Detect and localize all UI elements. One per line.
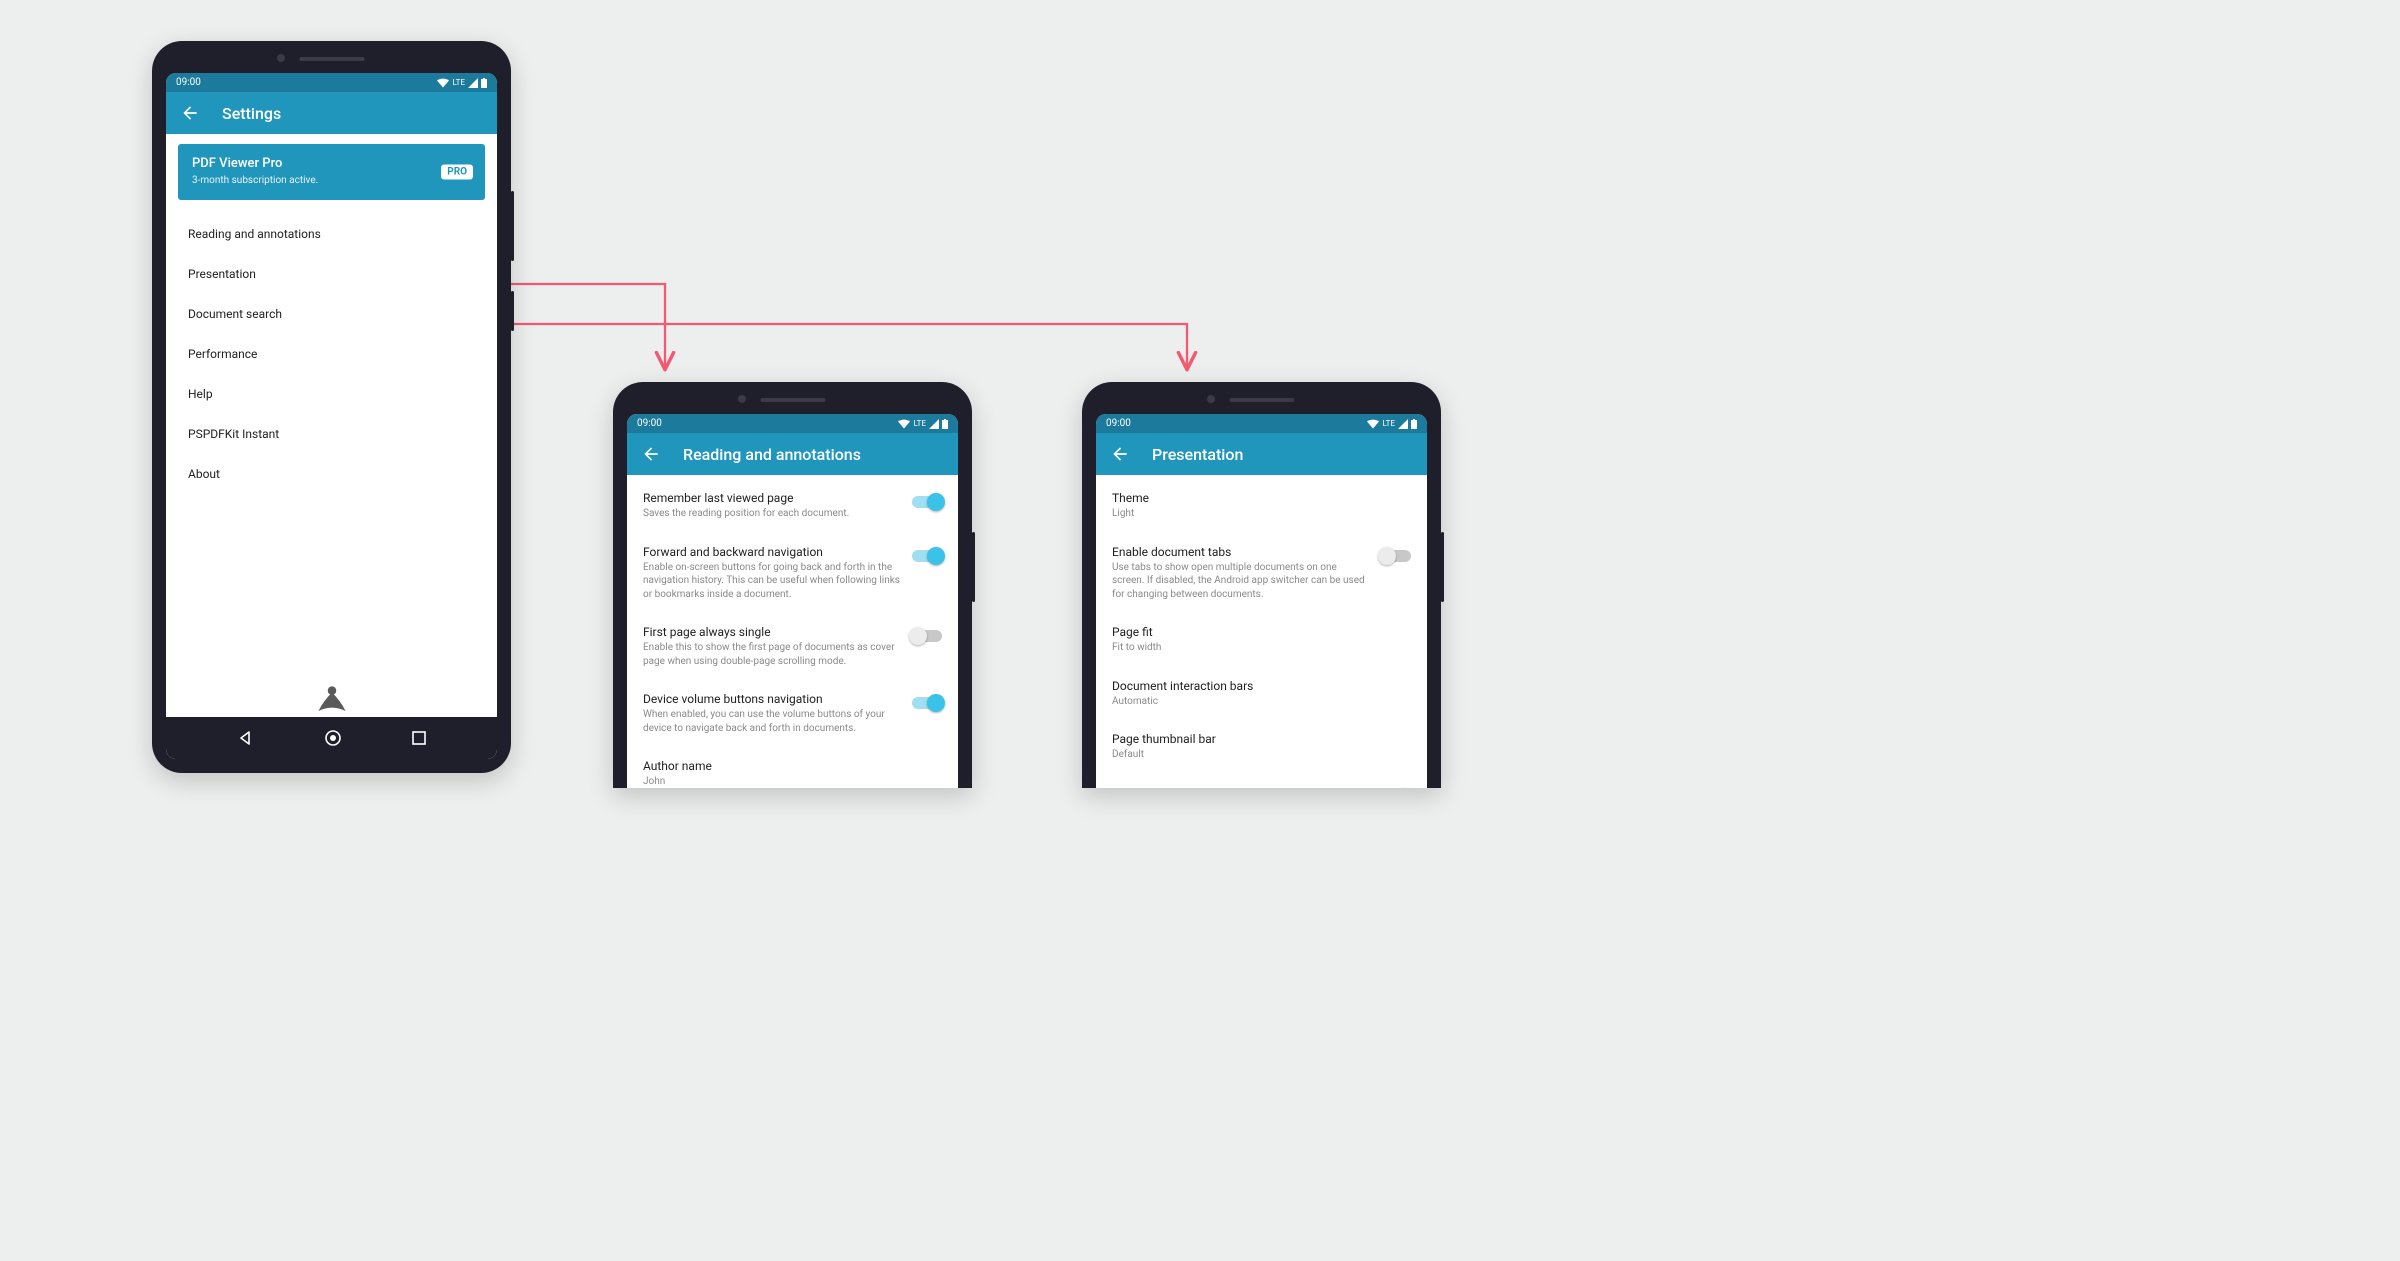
status-net: LTE	[1382, 419, 1395, 428]
page-title: Presentation	[1152, 445, 1243, 464]
status-bar: 09:00 LTE	[166, 73, 497, 92]
pro-sub: 3-month subscription active.	[192, 175, 471, 186]
pspdfkit-logo-icon	[315, 685, 349, 715]
phone-presentation: 09:00 LTE Presentation ThemeLight Enable…	[1082, 382, 1441, 788]
app-bar: Settings	[166, 92, 497, 134]
status-net: LTE	[452, 78, 465, 87]
back-icon[interactable]	[641, 444, 661, 464]
settings-menu: Reading and annotations Presentation Doc…	[166, 208, 497, 500]
menu-performance[interactable]: Performance	[166, 334, 497, 374]
battery-icon	[942, 419, 948, 429]
back-icon[interactable]	[180, 103, 200, 123]
pref-fwd-back-nav[interactable]: Forward and backward navigationEnable on…	[627, 533, 958, 614]
back-icon[interactable]	[1110, 444, 1130, 464]
pro-badge: PRO	[441, 165, 473, 180]
status-time: 09:00	[176, 77, 201, 88]
pref-page-fit[interactable]: Page fitFit to width	[1096, 613, 1427, 667]
status-bar: 09:00 LTE	[1096, 414, 1427, 433]
android-navbar	[166, 717, 497, 759]
wifi-icon	[1367, 419, 1379, 429]
pref-remember-page[interactable]: Remember last viewed pageSaves the readi…	[627, 479, 958, 533]
signal-icon	[468, 78, 478, 88]
status-net: LTE	[913, 419, 926, 428]
phone-settings: 09:00 LTE Settings PDF Viewer Pro 3-mont…	[152, 41, 511, 773]
nav-back-icon[interactable]	[237, 730, 253, 746]
signal-icon	[1398, 419, 1408, 429]
toggle-volume-nav[interactable]	[912, 696, 942, 710]
status-time: 09:00	[637, 418, 662, 429]
nav-recent-icon[interactable]	[412, 731, 426, 745]
menu-instant[interactable]: PSPDFKit Instant	[166, 414, 497, 454]
pref-theme[interactable]: ThemeLight	[1096, 479, 1427, 533]
status-time: 09:00	[1106, 418, 1131, 429]
pref-filename-title[interactable]: Use filename as document title	[1096, 774, 1427, 789]
pro-card[interactable]: PDF Viewer Pro 3-month subscription acti…	[178, 144, 485, 200]
menu-help[interactable]: Help	[166, 374, 497, 414]
pro-title: PDF Viewer Pro	[192, 156, 471, 171]
battery-icon	[1411, 419, 1417, 429]
app-bar: Reading and annotations	[627, 433, 958, 475]
toggle-doc-tabs[interactable]	[1381, 549, 1411, 563]
page-title: Reading and annotations	[683, 445, 861, 464]
signal-icon	[929, 419, 939, 429]
phone-reading: 09:00 LTE Reading and annotations Rememb…	[613, 382, 972, 788]
nav-home-icon[interactable]	[324, 729, 342, 747]
menu-about[interactable]: About	[166, 454, 497, 494]
menu-reading[interactable]: Reading and annotations	[166, 214, 497, 254]
toggle-first-page-single[interactable]	[912, 629, 942, 643]
battery-icon	[481, 78, 487, 88]
menu-presentation[interactable]: Presentation	[166, 254, 497, 294]
status-bar: 09:00 LTE	[627, 414, 958, 433]
page-title: Settings	[222, 104, 281, 123]
pref-volume-nav[interactable]: Device volume buttons navigationWhen ena…	[627, 680, 958, 747]
wifi-icon	[437, 78, 449, 88]
pref-first-page-single[interactable]: First page always singleEnable this to s…	[627, 613, 958, 680]
app-bar: Presentation	[1096, 433, 1427, 475]
toggle-fwd-back-nav[interactable]	[912, 549, 942, 563]
pref-thumbnail-bar[interactable]: Page thumbnail barDefault	[1096, 720, 1427, 774]
toggle-remember-page[interactable]	[912, 495, 942, 509]
pref-author-name[interactable]: Author nameJohn	[627, 747, 958, 788]
pref-doc-tabs[interactable]: Enable document tabsUse tabs to show ope…	[1096, 533, 1427, 614]
wifi-icon	[898, 419, 910, 429]
menu-doc-search[interactable]: Document search	[166, 294, 497, 334]
pref-interaction-bars[interactable]: Document interaction barsAutomatic	[1096, 667, 1427, 721]
